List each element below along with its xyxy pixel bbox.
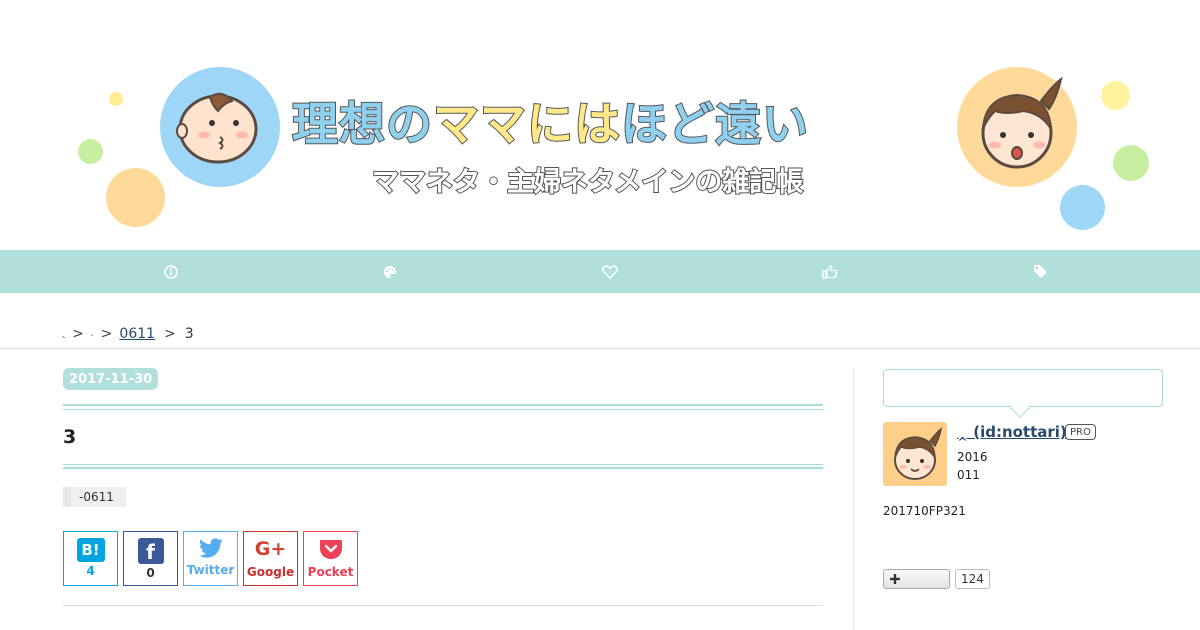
entry-date[interactable]: 2017-11-30 bbox=[63, 368, 159, 390]
palette-icon bbox=[384, 265, 396, 278]
category-label: -0611 bbox=[71, 487, 126, 507]
pocket-label: Pocket bbox=[307, 565, 354, 579]
share-divider bbox=[63, 605, 823, 606]
blog-subtitle: ママネタ・主婦ネタメインの雑記帳 bbox=[371, 166, 804, 199]
pocket-save-button[interactable]: Pocket bbox=[303, 531, 358, 586]
global-nav bbox=[0, 250, 1200, 293]
breadcrumb: ‸ > . > 0611 > 3 bbox=[62, 326, 194, 342]
breadcrumb-tag-link[interactable]: 0611 bbox=[119, 326, 155, 342]
title-part: 理想の bbox=[291, 96, 433, 152]
nav-item-thumbs-up[interactable] bbox=[810, 250, 850, 293]
info-icon bbox=[164, 264, 178, 279]
hatena-bookmark-icon: B! bbox=[76, 538, 105, 562]
title-rule-top bbox=[63, 404, 823, 406]
twitter-share-button[interactable]: Twitter bbox=[183, 531, 238, 586]
profile-name-link[interactable]: ‸ (id:nottari) bbox=[957, 423, 1067, 441]
nav-item-palette[interactable] bbox=[370, 250, 410, 293]
title-rule-top-inner bbox=[63, 409, 823, 410]
twitter-bird-icon bbox=[198, 538, 223, 558]
facebook-share-button[interactable]: f 0 bbox=[123, 531, 178, 586]
plus-icon bbox=[890, 574, 900, 584]
breadcrumb-home-link[interactable]: ‸ bbox=[62, 329, 65, 339]
title-part: ほど遠い bbox=[620, 96, 809, 152]
pocket-icon bbox=[319, 540, 342, 559]
breadcrumb-separator: > bbox=[164, 326, 176, 342]
category-marker bbox=[63, 487, 71, 507]
entry-category[interactable]: -0611 bbox=[63, 487, 126, 507]
title-rule-bottom-inner bbox=[63, 464, 823, 465]
blog-header[interactable]: 理想のママにはほど遠い ママネタ・主婦ネタメインの雑記帳 bbox=[0, 0, 1200, 250]
facebook-count: 0 bbox=[146, 566, 155, 580]
google-plus-icon: G+ bbox=[254, 538, 287, 560]
title-part: ママには bbox=[432, 96, 621, 152]
mom-face-icon bbox=[957, 67, 1077, 187]
nav-item-info[interactable] bbox=[151, 250, 191, 293]
google-plus-share-button[interactable]: G+ Google bbox=[243, 531, 298, 586]
breadcrumb-separator: > bbox=[100, 326, 113, 342]
avatar[interactable] bbox=[883, 422, 947, 486]
google-label: Google bbox=[246, 565, 295, 579]
decor-dot bbox=[1113, 145, 1149, 181]
follower-count: 124 bbox=[955, 569, 990, 589]
profile-line-1: 2016 bbox=[957, 450, 988, 464]
mom-avatar-icon bbox=[894, 427, 943, 480]
profile-line-2: 011 bbox=[957, 468, 980, 482]
breadcrumb-category-link[interactable]: . bbox=[91, 329, 94, 339]
baby-face-icon bbox=[160, 67, 280, 187]
hatena-count: 4 bbox=[86, 564, 95, 578]
thumbs-up-icon bbox=[822, 264, 838, 279]
title-rule-bottom bbox=[63, 467, 823, 469]
breadcrumb-divider bbox=[0, 348, 1200, 349]
twitter-label: Twitter bbox=[186, 563, 235, 577]
decor-dot bbox=[106, 168, 165, 227]
profile-description: 201710FP321 bbox=[883, 504, 966, 518]
tag-icon bbox=[1033, 265, 1047, 278]
breadcrumb-separator: > bbox=[72, 326, 84, 342]
pro-badge: PRO bbox=[1065, 424, 1096, 440]
facebook-icon: f bbox=[137, 538, 164, 564]
decor-dot bbox=[1060, 185, 1105, 230]
decor-dot bbox=[109, 92, 123, 106]
hatena-bookmark-button[interactable]: B! 4 bbox=[63, 531, 118, 586]
blog-title[interactable]: 理想のママにはほど遠い bbox=[291, 88, 809, 154]
nav-item-heart[interactable] bbox=[590, 250, 630, 293]
sidebar-divider bbox=[853, 368, 854, 630]
decor-dot bbox=[1101, 81, 1130, 110]
follow-button[interactable] bbox=[883, 569, 950, 589]
breadcrumb-current: 3 bbox=[184, 326, 194, 342]
nav-item-tag[interactable] bbox=[1020, 250, 1060, 293]
entry-title[interactable]: 3 bbox=[63, 426, 76, 448]
decor-dot bbox=[78, 139, 103, 164]
heart-icon bbox=[602, 264, 618, 279]
